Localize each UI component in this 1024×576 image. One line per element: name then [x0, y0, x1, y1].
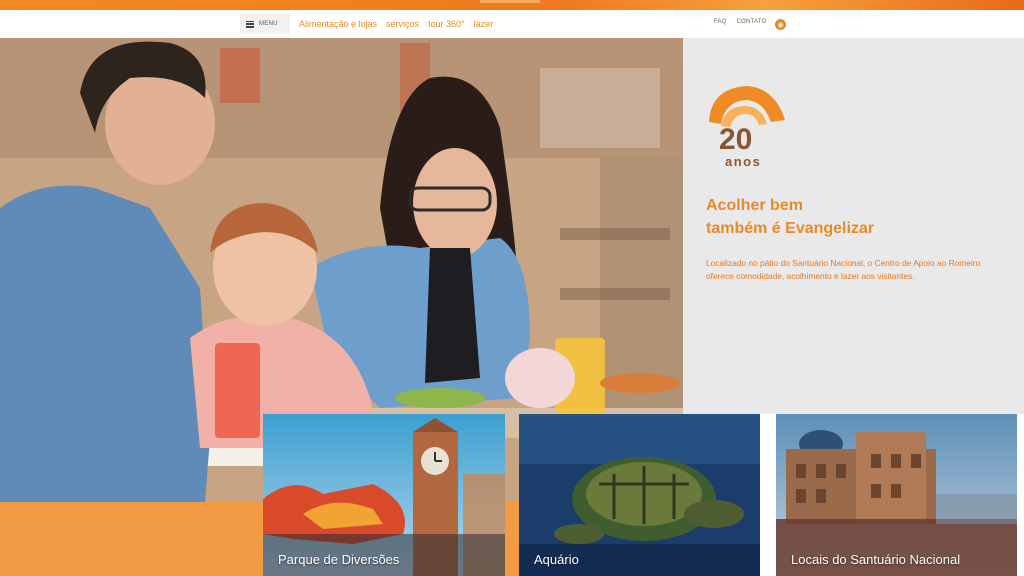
orange-block-middle	[505, 502, 519, 576]
svg-text:anos: anos	[725, 154, 761, 169]
hamburger-icon	[246, 20, 254, 28]
nav-link-tour[interactable]: tour 360°	[428, 19, 465, 29]
welcome-panel: 20 anos Acolher bem também é Evangelizar…	[683, 38, 1024, 414]
nav-link-services[interactable]: serviços	[386, 19, 419, 29]
right-margin	[1017, 414, 1024, 576]
faq-link[interactable]: FAQ	[714, 19, 727, 25]
top-accent-bar	[0, 0, 1024, 10]
card-caption: Aquário	[534, 552, 579, 567]
nav-link-leisure[interactable]: lazer	[474, 19, 494, 29]
card-caption: Locais do Santuário Nacional	[791, 552, 961, 567]
menu-label: MENU	[259, 21, 278, 27]
slogan-heading: Acolher bem também é Evangelizar	[706, 194, 874, 240]
navigation-bar: MENU Alimentação e lojas serviços tour 3…	[0, 10, 1024, 38]
svg-text:20: 20	[719, 123, 752, 156]
contact-link[interactable]: CONTATO	[737, 19, 767, 25]
description-text: Localizado no pátio do Santuário Naciona…	[706, 258, 981, 281]
main-nav-links: Alimentação e lojas serviços tour 360° l…	[299, 19, 493, 29]
utility-links: FAQ CONTATO	[714, 19, 766, 25]
orange-block-left	[0, 502, 263, 576]
slogan-line-2: também é Evangelizar	[706, 220, 875, 237]
card-aquario[interactable]: Aquário	[519, 414, 760, 576]
menu-button[interactable]: MENU	[240, 14, 290, 34]
rss-icon[interactable]: ◉	[775, 19, 786, 30]
nav-link-food-shops[interactable]: Alimentação e lojas	[299, 19, 377, 29]
slogan-line-1: Acolher bem	[706, 197, 803, 214]
card-gap	[760, 414, 776, 576]
card-locais-do-santuario[interactable]: Locais do Santuário Nacional	[776, 414, 1017, 576]
card-caption: Parque de Diversões	[278, 552, 400, 567]
20-anos-logo: 20 anos	[709, 86, 785, 169]
card-parque-de-diversoes[interactable]: Parque de Diversões	[263, 414, 505, 576]
